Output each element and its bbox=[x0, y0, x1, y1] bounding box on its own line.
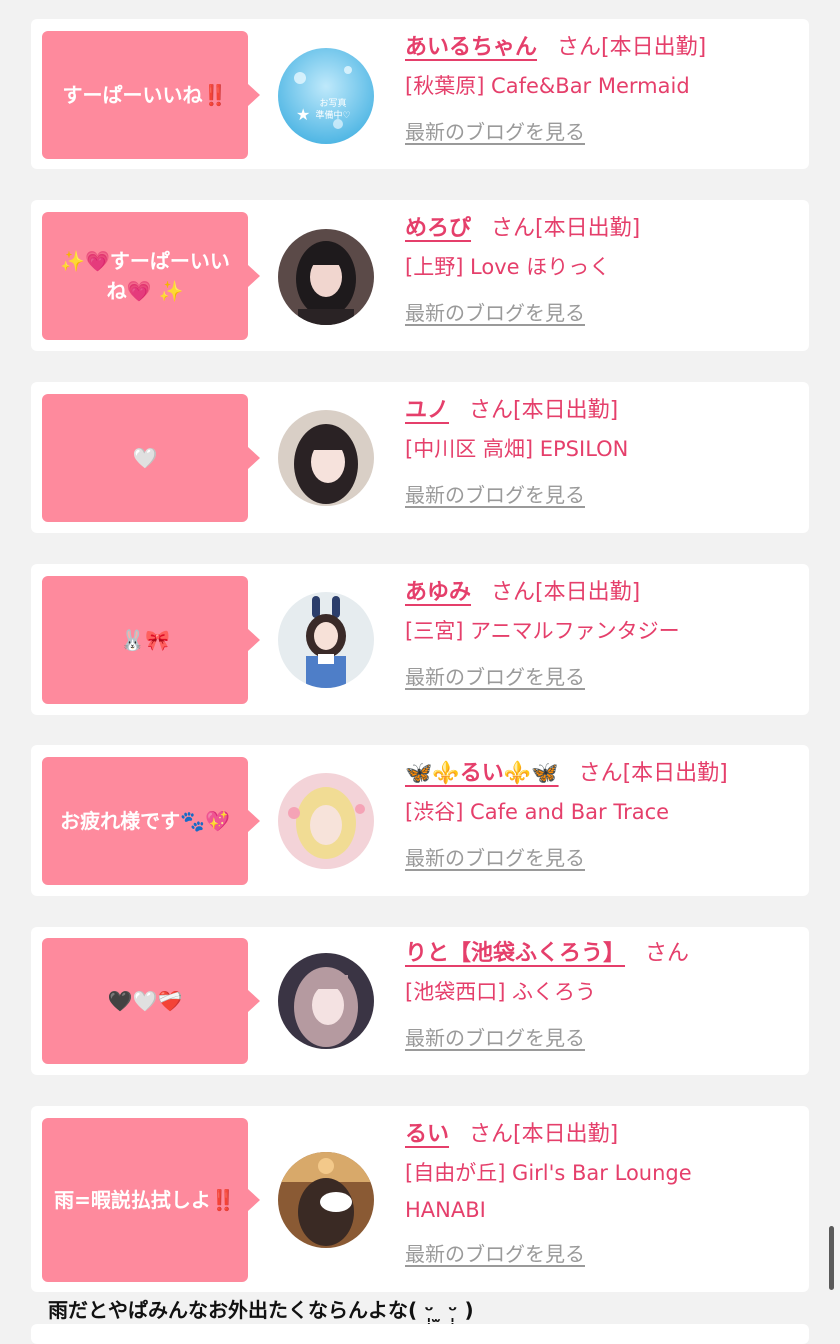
cast-name-link[interactable]: めろぴ bbox=[405, 216, 471, 241]
status-label: [本日出勤] bbox=[513, 1122, 619, 1147]
feed-card: 🤍 ユノ さん[本日出勤] [中川区 高畑] EPSILON 最新のブログを見る bbox=[31, 382, 809, 533]
avatar[interactable] bbox=[278, 229, 374, 325]
blog-link[interactable]: 最新のブログを見る bbox=[405, 119, 585, 145]
card-info: 🦋⚜️るい⚜️🦋 さん[本日出勤] [渋谷] Cafe and Bar Trace… bbox=[405, 759, 801, 871]
avatar[interactable] bbox=[278, 592, 374, 688]
cast-name-link[interactable]: ユノ bbox=[405, 398, 449, 423]
cast-name-link[interactable]: あゆみ bbox=[405, 580, 471, 605]
name-line: あゆみ さん[本日出勤] bbox=[405, 578, 801, 608]
name-line: めろぴ さん[本日出勤] bbox=[405, 214, 801, 244]
shop-name: [自由が丘] Girl's Bar Lounge HANABI bbox=[405, 1161, 692, 1222]
shop-name: [池袋西口] ふくろう bbox=[405, 980, 597, 1004]
honorific: さん bbox=[491, 580, 536, 605]
name-line: ユノ さん[本日出勤] bbox=[405, 396, 801, 426]
status-label: [本日出勤] bbox=[535, 580, 641, 605]
card-info: るい さん[本日出勤] [自由が丘] Girl's Bar Lounge HANA… bbox=[405, 1120, 801, 1267]
comment-bubble: すーぱーいいね‼️ bbox=[42, 31, 260, 159]
cast-name-link[interactable]: あいるちゃん bbox=[405, 35, 537, 60]
shop-name: [上野] Love ほりっく bbox=[405, 255, 611, 279]
blog-link[interactable]: 最新のブログを見る bbox=[405, 845, 585, 871]
shop-name: [中川区 高畑] EPSILON bbox=[405, 437, 629, 461]
shop-name: [秋葉原] Cafe&Bar Mermaid bbox=[405, 74, 690, 98]
comment-bubble: 🤍 bbox=[42, 394, 260, 522]
blog-link[interactable]: 最新のブログを見る bbox=[405, 664, 585, 690]
status-label: [本日出勤] bbox=[601, 35, 707, 60]
card-info: あゆみ さん[本日出勤] [三宮] アニマルファンタジー 最新のブログを見る bbox=[405, 578, 801, 690]
svg-text:お写真: お写真 bbox=[319, 97, 346, 109]
blog-link[interactable]: 最新のブログを見る bbox=[405, 1025, 585, 1051]
status-label: [本日出勤] bbox=[622, 761, 728, 786]
status-label: [本日出勤] bbox=[535, 216, 641, 241]
comment-bubble: 🐰🎀 bbox=[42, 576, 260, 704]
card-info: めろぴ さん[本日出勤] [上野] Love ほりっく 最新のブログを見る bbox=[405, 214, 801, 326]
feed-card: 🖤🤍❤️‍🩹 りと【池袋ふくろう】 さん [池袋西口] ふくろう 最新のブログを見… bbox=[31, 927, 809, 1075]
next-feed-card bbox=[31, 1324, 809, 1344]
avatar[interactable] bbox=[278, 410, 374, 506]
status-label: [本日出勤] bbox=[513, 398, 619, 423]
comment-bubble: ✨💗すーぱーいいね💗 ✨ bbox=[42, 212, 260, 340]
card-info: ユノ さん[本日出勤] [中川区 高畑] EPSILON 最新のブログを見る bbox=[405, 396, 801, 508]
avatar[interactable]: お写真 準備中♡ ★ bbox=[278, 48, 374, 144]
card-info: りと【池袋ふくろう】 さん [池袋西口] ふくろう 最新のブログを見る bbox=[405, 939, 801, 1051]
honorific: さん bbox=[578, 761, 623, 786]
avatar[interactable] bbox=[278, 1152, 374, 1248]
cast-name-link[interactable]: るい bbox=[405, 1122, 449, 1147]
honorific: さん bbox=[491, 216, 536, 241]
cast-name-link[interactable]: りと【池袋ふくろう】 bbox=[405, 941, 625, 966]
feed-card: 雨=暇説払拭しよ‼️ るい さん[本日出勤] [自由が丘] Girl's Bar … bbox=[31, 1106, 809, 1292]
svg-text:準備中♡: 準備中♡ bbox=[315, 109, 350, 121]
blog-link[interactable]: 最新のブログを見る bbox=[405, 1241, 585, 1267]
feed-card: ✨💗すーぱーいいね💗 ✨ めろぴ さん[本日出勤] [上野] Love ほりっく … bbox=[31, 200, 809, 351]
honorific: さん bbox=[469, 1122, 514, 1147]
comment-bubble: 🖤🤍❤️‍🩹 bbox=[42, 938, 260, 1064]
feed-card: お疲れ様です🐾💖 🦋⚜️るい⚜️🦋 さん[本日出勤] [渋谷] Cafe and … bbox=[31, 745, 809, 896]
feed-card: 🐰🎀 あゆみ さん[本日出勤] [三宮] アニマルファンタジー 最新のブログを見る bbox=[31, 564, 809, 715]
comment-bubble: お疲れ様です🐾💖 bbox=[42, 757, 260, 885]
comment-bubble: 雨=暇説払拭しよ‼️ bbox=[42, 1118, 260, 1282]
avatar[interactable] bbox=[278, 773, 374, 869]
next-post-text: 雨だとやぱみんなお外出たくならんよな( ᵕ̩̩ ̫ ᵕ̩̩ ) bbox=[48, 1298, 474, 1322]
blog-link[interactable]: 最新のブログを見る bbox=[405, 300, 585, 326]
card-info: あいるちゃん さん[本日出勤] [秋葉原] Cafe&Bar Mermaid 最新… bbox=[405, 33, 801, 145]
name-line: あいるちゃん さん[本日出勤] bbox=[405, 33, 801, 63]
shop-name: [渋谷] Cafe and Bar Trace bbox=[405, 800, 670, 824]
honorific: さん bbox=[469, 398, 514, 423]
name-line: りと【池袋ふくろう】 さん bbox=[405, 939, 801, 969]
shop-name: [三宮] アニマルファンタジー bbox=[405, 619, 680, 643]
svg-text:★: ★ bbox=[296, 105, 310, 124]
avatar[interactable] bbox=[278, 953, 374, 1049]
scrollbar[interactable] bbox=[829, 1226, 834, 1290]
honorific: さん bbox=[645, 941, 690, 966]
name-line: 🦋⚜️るい⚜️🦋 さん[本日出勤] bbox=[405, 759, 801, 789]
honorific: さん bbox=[557, 35, 602, 60]
cast-name-link[interactable]: 🦋⚜️るい⚜️🦋 bbox=[405, 761, 559, 786]
name-line: るい さん[本日出勤] bbox=[405, 1120, 801, 1150]
feed-card: すーぱーいいね‼️ お写真 準備中♡ ★ あいるちゃん さん[本日出勤] [秋葉原… bbox=[31, 19, 809, 169]
blog-link[interactable]: 最新のブログを見る bbox=[405, 482, 585, 508]
